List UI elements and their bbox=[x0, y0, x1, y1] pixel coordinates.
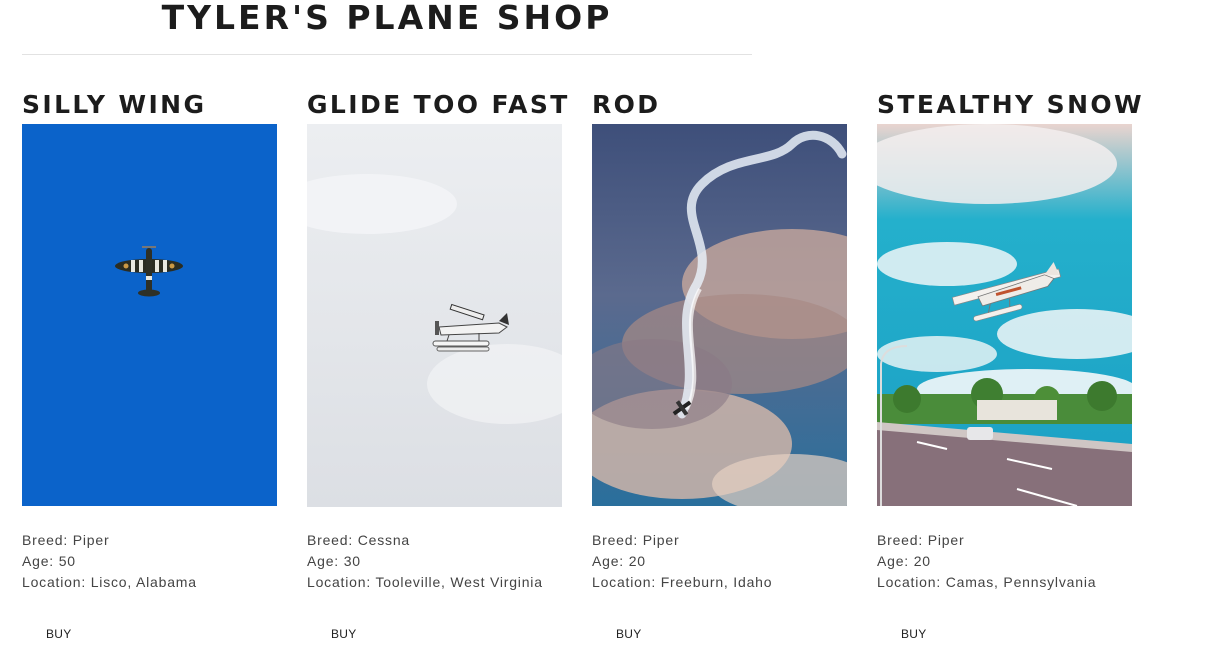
plane-age: Age: 20 bbox=[877, 553, 931, 569]
plane-breed: Breed: Cessna bbox=[307, 532, 411, 548]
plane-details: Breed: Cessna Age: 30 Location: Toolevil… bbox=[307, 530, 562, 593]
plane-card: GLIDE TOO FAST Breed: Cessna Age: 30 Loc… bbox=[307, 90, 570, 643]
plane-photo bbox=[307, 124, 562, 507]
plane-details: Breed: Piper Age: 20 Location: Camas, Pe… bbox=[877, 530, 1132, 593]
plane-photo bbox=[877, 124, 1132, 506]
plane-location: Location: Tooleville, West Virginia bbox=[307, 574, 543, 590]
page-title: TYLER'S PLANE SHOP bbox=[161, 0, 613, 37]
plane-breed: Breed: Piper bbox=[592, 532, 680, 548]
buy-button[interactable]: BUY bbox=[901, 627, 927, 641]
plane-name: GLIDE TOO FAST bbox=[307, 90, 570, 119]
plane-card: SILLY WING Breed: Piper Age: 50 Location… bbox=[22, 90, 277, 643]
buy-button[interactable]: BUY bbox=[331, 627, 357, 641]
plane-age: Age: 50 bbox=[22, 553, 76, 569]
plane-location: Location: Freeburn, Idaho bbox=[592, 574, 773, 590]
plane-name: SILLY WING bbox=[22, 90, 207, 119]
plane-age: Age: 30 bbox=[307, 553, 361, 569]
buy-button[interactable]: BUY bbox=[46, 627, 72, 641]
plane-photo bbox=[592, 124, 847, 506]
plane-name: ROD bbox=[592, 90, 661, 119]
plane-details: Breed: Piper Age: 50 Location: Lisco, Al… bbox=[22, 530, 277, 593]
title-divider bbox=[22, 54, 752, 55]
plane-card: STEALTHY SNOW Breed: Piper Age: 20 Locat… bbox=[877, 90, 1145, 643]
plane-name: STEALTHY SNOW bbox=[877, 90, 1145, 119]
plane-location: Location: Lisco, Alabama bbox=[22, 574, 197, 590]
plane-details: Breed: Piper Age: 20 Location: Freeburn,… bbox=[592, 530, 847, 593]
plane-card: ROD Breed: Piper Age: 20 Location: Freeb… bbox=[592, 90, 847, 643]
plane-location: Location: Camas, Pennsylvania bbox=[877, 574, 1097, 590]
plane-breed: Breed: Piper bbox=[877, 532, 965, 548]
plane-age: Age: 20 bbox=[592, 553, 646, 569]
plane-photo bbox=[22, 124, 277, 506]
buy-button[interactable]: BUY bbox=[616, 627, 642, 641]
plane-breed: Breed: Piper bbox=[22, 532, 110, 548]
